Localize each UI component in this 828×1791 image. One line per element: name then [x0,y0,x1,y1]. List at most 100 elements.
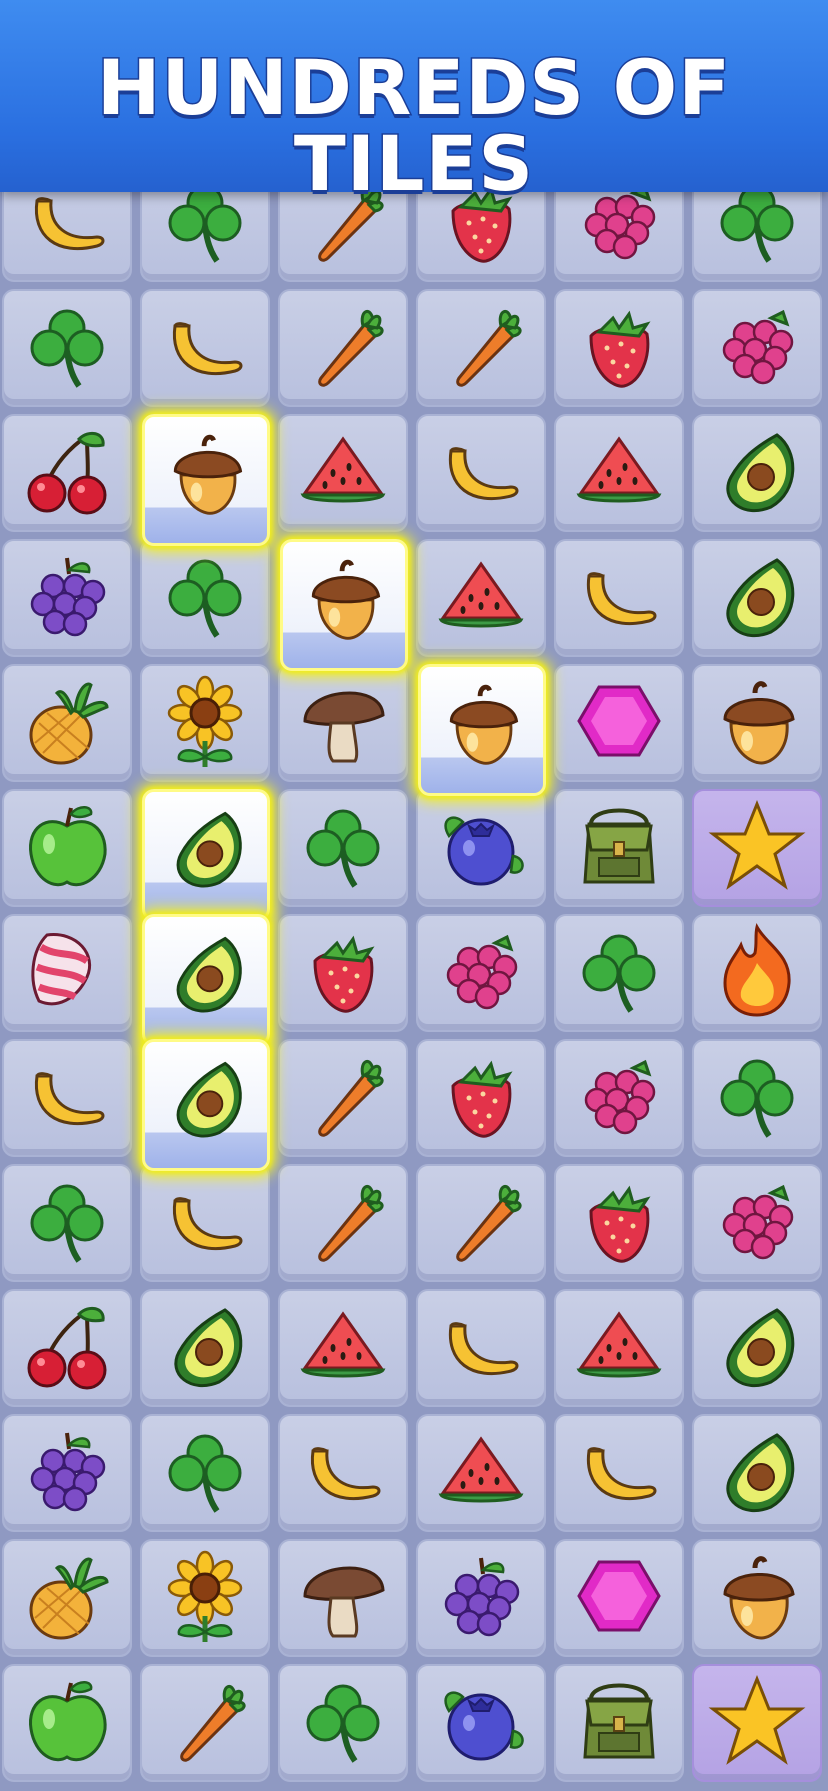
tile-strawberry[interactable] [554,289,684,407]
backpack-icon-svg [583,808,655,884]
tile-apple[interactable] [2,1664,132,1782]
tile-raspberry[interactable] [692,1164,822,1282]
tile-clover[interactable] [140,539,270,657]
tile-banana[interactable] [2,1039,132,1157]
tile-avocado[interactable] [140,1289,270,1407]
watermelon-icon-svg [576,436,662,503]
tile-clover[interactable] [140,192,270,282]
highlighted-tile-avocado[interactable] [142,914,270,1046]
tile-cherry[interactable] [2,414,132,532]
tile-avocado[interactable] [692,539,822,657]
tile-watermelon[interactable] [416,539,546,657]
star-icon [707,796,807,900]
tile-watermelon[interactable] [278,1289,408,1407]
tile-watermelon[interactable] [278,414,408,532]
banana-icon-svg [172,322,243,376]
clover-icon [155,546,255,650]
tile-clover[interactable] [278,789,408,907]
raspberry-icon-svg [446,934,518,1010]
tile-grape[interactable] [2,539,132,657]
tile-carrot[interactable] [416,1164,546,1282]
tile-watermelon[interactable] [554,414,684,532]
tile-acorn[interactable] [692,664,822,782]
tile-backpack[interactable] [554,1664,684,1782]
clover-icon [155,192,255,275]
watermelon-icon-svg [438,561,524,628]
highlighted-tile-avocado[interactable] [142,1039,270,1171]
tile-banana[interactable] [554,1414,684,1532]
tile-raspberry[interactable] [416,914,546,1032]
tile-backpack[interactable] [554,789,684,907]
tile-banana[interactable] [2,192,132,282]
tile-grape[interactable] [2,1414,132,1532]
tile-carrot[interactable] [278,289,408,407]
tile-watermelon[interactable] [416,1414,546,1532]
tile-gem[interactable] [554,664,684,782]
raspberry-icon [569,192,669,275]
tile-cherry[interactable] [2,1289,132,1407]
tile-raspberry[interactable] [554,1039,684,1157]
tile-carrot[interactable] [278,1164,408,1282]
highlighted-tile-avocado[interactable] [142,789,270,921]
tile-avocado[interactable] [692,1289,822,1407]
tile-mushroom[interactable] [278,1539,408,1657]
clover-icon-svg [720,192,794,263]
tile-sunflower[interactable] [140,664,270,782]
tile-strawberry[interactable] [416,1039,546,1157]
avocado-icon-svg [726,433,795,513]
tile-grape[interactable] [416,1539,546,1657]
tile-sunflower[interactable] [140,1539,270,1657]
tile-strawberry[interactable] [554,1164,684,1282]
tile-mushroom[interactable] [278,664,408,782]
tile-acorn[interactable] [692,1539,822,1657]
tile-pineapple[interactable] [2,664,132,782]
tile-star[interactable] [692,1664,822,1782]
mushroom-icon [293,1546,393,1650]
tile-clover[interactable] [692,192,822,282]
tile-banana[interactable] [416,414,546,532]
tile-carrot[interactable] [278,1039,408,1157]
tile-clover[interactable] [278,1664,408,1782]
acorn-icon-svg [173,434,243,515]
tile-clover[interactable] [2,1164,132,1282]
banana-icon [569,546,669,650]
tile-fire[interactable] [692,914,822,1032]
tile-banana[interactable] [140,289,270,407]
tile-banana[interactable] [278,1414,408,1532]
tile-candy[interactable] [2,914,132,1032]
tile-gem[interactable] [554,1539,684,1657]
tile-banana[interactable] [416,1289,546,1407]
acorn-icon-svg [449,684,519,765]
tile-carrot[interactable] [416,289,546,407]
tile-clover[interactable] [2,289,132,407]
tile-avocado[interactable] [692,414,822,532]
tile-banana[interactable] [554,539,684,657]
tile-watermelon[interactable] [554,1289,684,1407]
highlighted-tile-acorn[interactable] [280,539,408,671]
tile-blueberry[interactable] [416,1664,546,1782]
apple-icon [17,796,117,900]
tile-raspberry[interactable] [692,289,822,407]
tile-avocado[interactable] [692,1414,822,1532]
strawberry-icon [569,1171,669,1275]
clover-icon-svg [168,1434,242,1513]
strawberry-icon-svg [451,1060,513,1138]
strawberry-icon-svg [589,310,651,388]
tile-banana[interactable] [140,1164,270,1282]
watermelon-icon [431,1421,531,1525]
tile-star[interactable] [692,789,822,907]
tile-pineapple[interactable] [2,1539,132,1657]
avocado-icon-svg [174,1308,243,1388]
tile-carrot[interactable] [140,1664,270,1782]
highlighted-tile-acorn[interactable] [142,414,270,546]
tile-clover[interactable] [692,1039,822,1157]
tile-apple[interactable] [2,789,132,907]
tile-clover[interactable] [140,1414,270,1532]
highlighted-tile-acorn[interactable] [418,664,546,796]
tile-clover[interactable] [554,914,684,1032]
tile-raspberry[interactable] [554,192,684,282]
watermelon-icon [569,421,669,525]
tile-blueberry[interactable] [416,789,546,907]
tile-strawberry[interactable] [278,914,408,1032]
avocado-icon [707,1421,807,1525]
